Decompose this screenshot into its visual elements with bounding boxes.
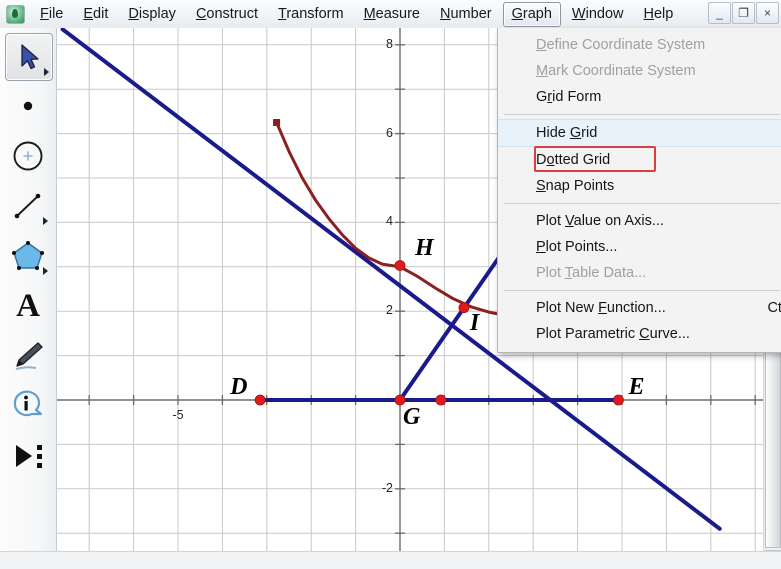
menu-display[interactable]: Display xyxy=(119,2,185,27)
scrollbar-thumb[interactable] xyxy=(765,350,781,548)
information-tool[interactable] xyxy=(5,383,51,429)
menu-item-dotted-grid[interactable]: Dotted Grid xyxy=(498,147,781,173)
menu-separator xyxy=(504,114,780,115)
sketchpad-icon xyxy=(6,4,25,24)
point-tool[interactable] xyxy=(5,83,51,129)
arrow-icon xyxy=(21,44,39,70)
menu-item-define-coordinate-system: Define Coordinate System xyxy=(498,32,781,58)
minimize-button[interactable]: _ xyxy=(708,2,731,24)
label-D[interactable]: D xyxy=(230,374,247,401)
menu-item-plot-parametric-curve[interactable]: Plot Parametric Curve... xyxy=(498,321,781,347)
flyout-arrow-icon[interactable] xyxy=(44,68,49,76)
menu-item-label: Snap Points xyxy=(536,178,615,194)
menu-bar: File Edit Display Construct Transform Measure… xyxy=(0,0,781,29)
letter-a-icon: A xyxy=(16,287,40,324)
x-tick-label: -5 xyxy=(172,408,184,422)
curve-start-marker[interactable] xyxy=(273,119,281,126)
window-controls: _ ❐ × xyxy=(708,2,779,24)
application-window: File Edit Display Construct Transform Measure… xyxy=(0,0,781,569)
graph-dropdown-menu[interactable]: Define Coordinate System Mark Coordinate … xyxy=(497,28,781,353)
label-I[interactable]: I xyxy=(470,310,479,337)
compass-tool[interactable] xyxy=(5,133,51,179)
menu-item-plot-table-data: Plot Table Data... xyxy=(498,260,781,286)
flyout-arrow-icon[interactable] xyxy=(43,267,48,275)
info-icon xyxy=(13,390,43,417)
menu-item-label: Dotted Grid xyxy=(536,152,611,168)
flyout-arrow-icon[interactable] xyxy=(43,217,48,225)
menu-measure[interactable]: Measure xyxy=(355,2,429,27)
menu-file[interactable]: File xyxy=(31,2,72,27)
y-tick-label: 2 xyxy=(386,303,393,318)
marker-tool[interactable] xyxy=(5,333,51,379)
menu-item-label: Grid Form xyxy=(536,89,602,105)
menu-item-label: Hide Grid xyxy=(536,125,598,141)
label-H[interactable]: H xyxy=(415,235,434,262)
menu-item-hide-grid[interactable]: Hide Grid xyxy=(498,119,781,147)
menu-item-grid-form[interactable]: Grid Form xyxy=(498,84,781,110)
status-strip xyxy=(0,551,781,569)
menu-item-label: Plot Table Data... xyxy=(536,265,647,281)
y-tick-label: -2 xyxy=(381,480,393,495)
point-I[interactable] xyxy=(458,302,470,314)
pen-icon xyxy=(15,342,43,370)
menu-window[interactable]: Window xyxy=(563,2,633,27)
menu-item-plot-points[interactable]: Plot Points... xyxy=(498,234,781,260)
point-H[interactable] xyxy=(394,260,406,271)
text-tool[interactable]: A xyxy=(5,283,51,329)
menu-separator xyxy=(504,290,780,291)
label-G[interactable]: G xyxy=(403,404,420,431)
graph-menu-rows: Define Coordinate System Mark Coordinate … xyxy=(498,32,781,347)
point-icon xyxy=(23,101,33,111)
y-tick-label: 8 xyxy=(386,36,393,51)
menu-edit[interactable]: Edit xyxy=(74,2,117,27)
label-E[interactable]: E xyxy=(628,374,644,401)
segment-icon xyxy=(14,193,41,219)
menu-help[interactable]: Help xyxy=(634,2,682,27)
polygon-tool[interactable] xyxy=(5,233,51,279)
close-button[interactable]: × xyxy=(756,2,779,24)
menu-transform[interactable]: Transform xyxy=(269,2,353,27)
tool-box: A xyxy=(0,28,57,552)
play-dots-icon xyxy=(16,445,42,468)
point-E[interactable] xyxy=(613,394,624,406)
menu-item-label: Plot Parametric Curve... xyxy=(536,326,690,342)
menu-item-label: Plot New Function... xyxy=(536,300,666,316)
menu-construct[interactable]: Construct xyxy=(187,2,267,27)
arrow-select-tool[interactable] xyxy=(5,33,53,81)
menu-separator xyxy=(504,203,780,204)
menu-item-plot-new-function[interactable]: Plot New Function... Ctrl xyxy=(498,295,781,321)
y-tick-label: 4 xyxy=(386,214,393,229)
menu-item-shortcut: Ctrl xyxy=(767,300,781,316)
menu-item-label: Define Coordinate System xyxy=(536,37,706,53)
point-D[interactable] xyxy=(254,394,266,406)
menu-item-mark-coordinate-system: Mark Coordinate System xyxy=(498,58,781,84)
menu-graph[interactable]: Graph xyxy=(502,1,561,27)
straightedge-tool[interactable] xyxy=(5,183,51,229)
menu-item-label: Plot Points... xyxy=(536,239,618,255)
menu-bar-items: File Edit Display Construct Transform Measure… xyxy=(30,1,683,27)
menu-item-label: Mark Coordinate System xyxy=(536,63,696,79)
custom-tool[interactable] xyxy=(5,433,51,479)
menu-number[interactable]: Number xyxy=(431,2,501,27)
menu-item-label: Plot Value on Axis... xyxy=(536,213,664,229)
menu-item-plot-value-on-axis[interactable]: Plot Value on Axis... xyxy=(498,208,781,234)
y-tick-label: 6 xyxy=(386,125,393,140)
polygon-icon xyxy=(12,241,44,270)
circle-icon xyxy=(13,141,43,171)
restore-button[interactable]: ❐ xyxy=(732,2,755,24)
point-unlabeled[interactable] xyxy=(435,394,447,406)
menu-item-snap-points[interactable]: Snap Points xyxy=(498,173,781,199)
